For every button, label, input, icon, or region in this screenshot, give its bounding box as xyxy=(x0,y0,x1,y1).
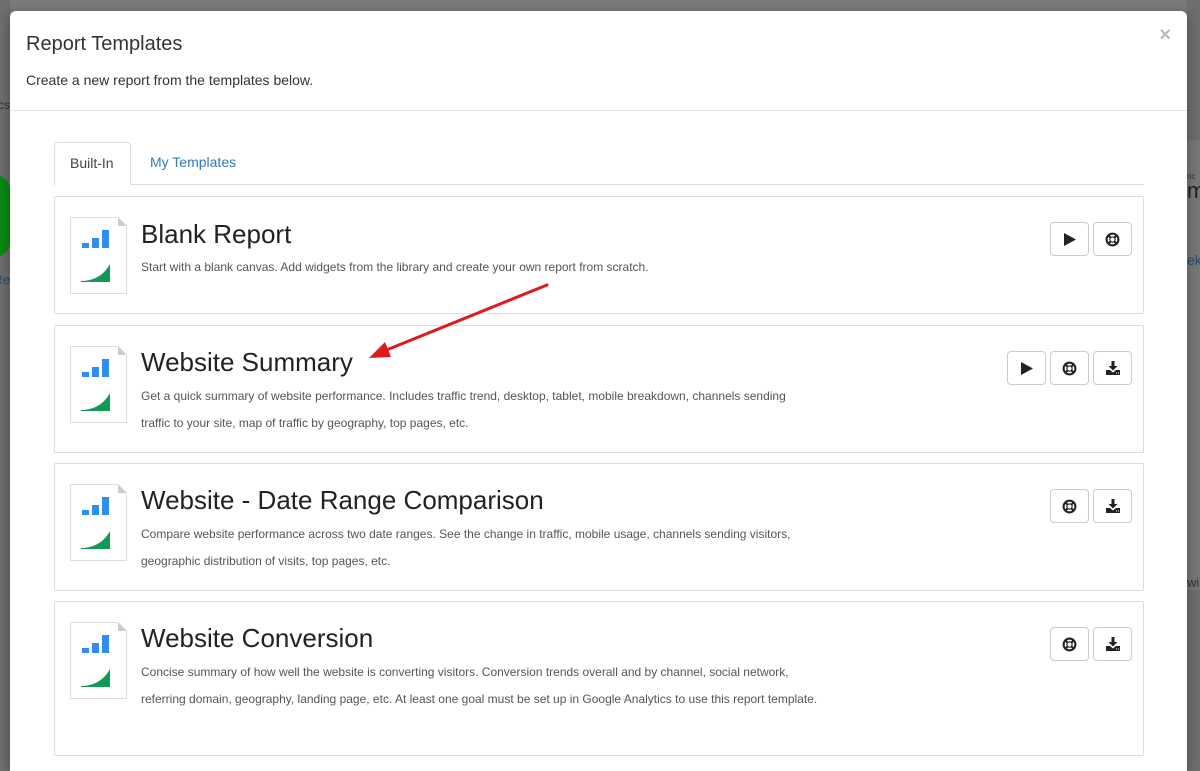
help-button[interactable] xyxy=(1093,222,1132,256)
play-icon xyxy=(1020,361,1033,375)
template-description: Concise summary of how well the website … xyxy=(141,665,818,706)
template-card-website-conversion[interactable]: Website Conversion Concise summary of ho… xyxy=(54,601,1144,756)
background-left-strip xyxy=(0,0,10,760)
download-button[interactable] xyxy=(1093,351,1132,385)
report-document-icon xyxy=(70,622,127,699)
life-ring-icon xyxy=(1105,232,1120,247)
template-actions xyxy=(1050,489,1132,523)
background-text: ek xyxy=(1187,252,1200,268)
template-actions xyxy=(1050,222,1132,256)
template-card-blank-report[interactable]: Blank Report Start with a blank canvas. … xyxy=(54,196,1144,314)
life-ring-icon xyxy=(1062,637,1077,652)
download-icon xyxy=(1105,499,1120,513)
play-icon xyxy=(1063,232,1076,246)
template-title[interactable]: Blank Report xyxy=(141,219,291,250)
template-tabs: Built-In My Templates xyxy=(54,142,1144,186)
template-description: Get a quick summary of website performan… xyxy=(141,389,786,430)
modal-header: Report Templates Create a new report fro… xyxy=(10,11,1187,111)
close-icon[interactable]: × xyxy=(1159,25,1171,45)
background-text: Re xyxy=(0,272,10,287)
download-icon xyxy=(1105,361,1120,375)
template-actions xyxy=(1050,627,1132,661)
tab-built-in[interactable]: Built-In xyxy=(54,142,131,186)
download-icon xyxy=(1105,637,1120,651)
template-actions xyxy=(1007,351,1132,385)
report-templates-modal: Report Templates Create a new report fro… xyxy=(10,11,1187,771)
template-card-date-range-comparison[interactable]: Website - Date Range Comparison Compare … xyxy=(54,463,1144,591)
background-text: cs xyxy=(0,98,10,112)
background-green-button xyxy=(0,175,10,257)
life-ring-icon xyxy=(1062,361,1077,376)
report-document-icon xyxy=(70,484,127,561)
template-description: Compare website performance across two d… xyxy=(141,527,791,568)
background-right-panel xyxy=(1187,140,1200,590)
modal-subtitle: Create a new report from the templates b… xyxy=(26,72,314,88)
help-button[interactable] xyxy=(1050,627,1089,661)
life-ring-icon xyxy=(1062,499,1077,514)
background-text: wi xyxy=(1187,575,1200,590)
report-document-icon xyxy=(70,217,127,294)
preview-button[interactable] xyxy=(1050,222,1089,256)
help-button[interactable] xyxy=(1050,351,1089,385)
download-button[interactable] xyxy=(1093,627,1132,661)
template-title[interactable]: Website - Date Range Comparison xyxy=(141,485,544,516)
report-document-icon xyxy=(70,346,127,423)
preview-button[interactable] xyxy=(1007,351,1046,385)
template-description: Start with a blank canvas. Add widgets f… xyxy=(141,260,649,274)
template-title[interactable]: Website Summary xyxy=(141,347,353,378)
modal-title: Report Templates xyxy=(26,33,183,55)
tab-my-templates[interactable]: My Templates xyxy=(135,142,251,185)
template-card-website-summary[interactable]: Website Summary Get a quick summary of w… xyxy=(54,325,1144,453)
background-text: m xyxy=(1187,178,1200,203)
download-button[interactable] xyxy=(1093,489,1132,523)
help-button[interactable] xyxy=(1050,489,1089,523)
template-title[interactable]: Website Conversion xyxy=(141,623,373,654)
